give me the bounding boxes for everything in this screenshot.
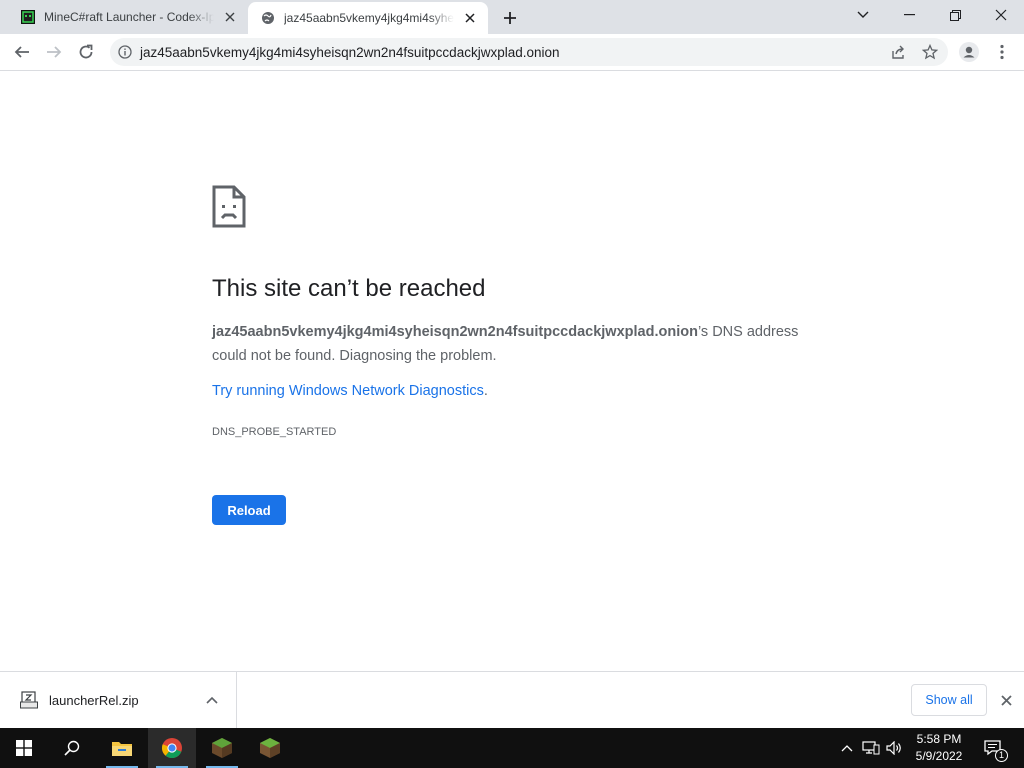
address-bar[interactable]: jaz45aabn5vkemy4jkg4mi4syheisqn2wn2n4fsu…: [110, 38, 948, 66]
close-icon: [995, 9, 1007, 21]
close-window-button[interactable]: [978, 0, 1024, 30]
close-icon: [1000, 694, 1012, 706]
tab-minecraft-launcher[interactable]: MineC#raft Launcher - Codex-Ipsa: [8, 0, 248, 34]
error-suggestion: Try running Windows Network Diagnostics.: [212, 383, 488, 399]
chrome-icon: [161, 738, 182, 759]
star-icon: [922, 44, 938, 60]
windows-logo-icon: [16, 740, 32, 756]
network-icon[interactable]: [860, 728, 882, 768]
tab-strip: MineC#raft Launcher - Codex-Ipsa jaz45aa…: [0, 0, 1024, 34]
minecraft-taskbar-button[interactable]: [246, 728, 294, 768]
error-host: jaz45aabn5vkemy4jkg4mi4syheisqn2wn2n4fsu…: [212, 324, 698, 340]
restore-icon: [949, 9, 961, 21]
clock-time: 5:58 PM: [916, 732, 962, 746]
close-tab-icon[interactable]: [222, 9, 238, 25]
plus-icon: [504, 12, 516, 24]
new-tab-button[interactable]: [498, 6, 522, 30]
restore-button[interactable]: [932, 0, 978, 30]
profile-button[interactable]: [955, 38, 983, 66]
notification-count: 1: [995, 749, 1008, 762]
taskbar-clock[interactable]: 5:58 PM 5/9/2022: [908, 731, 970, 765]
error-title: This site can’t be reached: [212, 275, 486, 302]
share-icon: [891, 45, 904, 59]
chevron-up-icon[interactable]: [204, 692, 220, 708]
reload-button[interactable]: Reload: [212, 495, 286, 525]
download-shelf: launcherRel.zip Show all: [0, 671, 1024, 728]
minimize-button[interactable]: [886, 0, 932, 30]
folder-icon: [112, 742, 132, 756]
bookmark-button[interactable]: [916, 38, 944, 66]
avatar-icon: [959, 42, 979, 62]
grass-block-icon: [260, 738, 280, 758]
tab-title: jaz45aabn5vkemy4jkg4mi4syheisqn2wn2n4fsu…: [284, 11, 454, 25]
share-button[interactable]: [884, 38, 912, 66]
reload-toolbar-button[interactable]: [72, 38, 100, 66]
action-center-button[interactable]: 1: [978, 728, 1008, 768]
kebab-menu-icon: [1000, 44, 1004, 60]
chevron-down-icon: [857, 11, 869, 18]
show-all-button[interactable]: Show all: [911, 684, 987, 716]
suggestion-period: .: [483, 383, 488, 399]
volume-icon[interactable]: [884, 728, 906, 768]
chevron-up-icon: [841, 745, 853, 752]
minecraft-launcher-taskbar-button[interactable]: [198, 728, 246, 768]
back-button[interactable]: [8, 38, 36, 66]
url-text: jaz45aabn5vkemy4jkg4mi4syheisqn2wn2n4fsu…: [140, 44, 560, 60]
minimize-icon: [903, 14, 915, 16]
close-shelf-button[interactable]: [996, 690, 1016, 710]
menu-button[interactable]: [988, 38, 1016, 66]
download-item[interactable]: launcherRel.zip: [0, 672, 237, 728]
minecraft-favicon-icon: [20, 9, 36, 25]
file-explorer-button[interactable]: [98, 728, 146, 768]
forward-button[interactable]: [40, 38, 68, 66]
search-button[interactable]: [48, 728, 96, 768]
browser-toolbar: jaz45aabn5vkemy4jkg4mi4syheisqn2wn2n4fsu…: [0, 34, 1024, 71]
chrome-button[interactable]: [148, 728, 196, 768]
tab-title: MineC#raft Launcher - Codex-Ipsa: [44, 10, 214, 24]
grass-block-icon: [212, 738, 232, 758]
start-button[interactable]: [0, 728, 48, 768]
back-arrow-icon: [14, 46, 29, 58]
refresh-icon: [79, 44, 93, 59]
network-diagnostics-link[interactable]: Try running Windows Network Diagnostics: [212, 383, 484, 399]
windows-taskbar: 5:58 PM 5/9/2022 1: [0, 728, 1024, 768]
tab-onion-site[interactable]: jaz45aabn5vkemy4jkg4mi4syheisqn2wn2n4fsu…: [248, 2, 488, 34]
error-code: DNS_PROBE_STARTED: [212, 426, 337, 438]
download-file-name: launcherRel.zip: [49, 693, 139, 708]
globe-icon: [260, 10, 276, 26]
show-hidden-icons-button[interactable]: [838, 728, 856, 768]
search-icon: [64, 740, 80, 756]
tab-search-button[interactable]: [840, 0, 886, 30]
error-description: jaz45aabn5vkemy4jkg4mi4syheisqn2wn2n4fsu…: [212, 320, 822, 368]
zip-file-icon: [20, 691, 38, 714]
error-page: This site can’t be reached jaz45aabn5vke…: [0, 71, 1024, 671]
sad-document-icon: [212, 185, 246, 233]
forward-arrow-icon: [47, 46, 62, 58]
info-icon[interactable]: [110, 38, 140, 66]
close-tab-icon[interactable]: [462, 10, 478, 26]
clock-date: 5/9/2022: [915, 749, 963, 763]
